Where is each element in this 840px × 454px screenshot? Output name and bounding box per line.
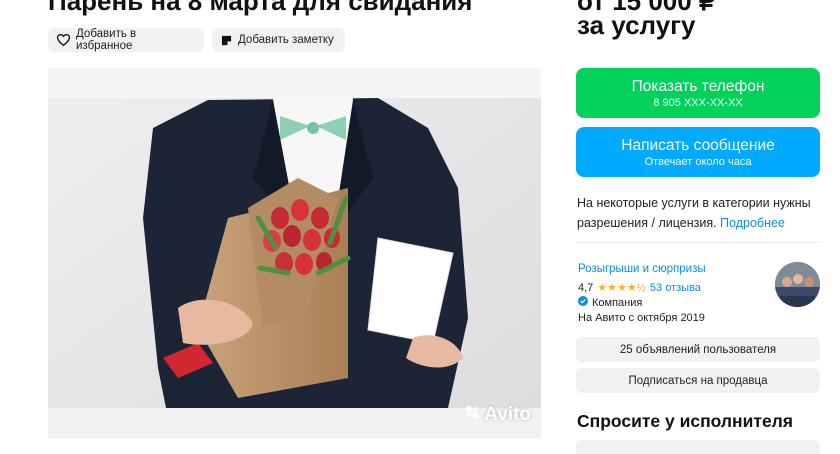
seller-rating: 4,7 ★★★★½ 53 отзыва — [578, 281, 701, 295]
seller-since: На Авито с октября 2019 — [578, 312, 705, 324]
seller-name-link[interactable]: Розыгрыши и сюрпризы — [578, 263, 706, 275]
price-unit: за услугу — [577, 10, 696, 40]
response-time: Отвечает около часа — [644, 155, 752, 168]
phone-number-masked: 8 905 XXX-XX-XX — [653, 96, 743, 109]
reviews-link[interactable]: 53 отзыва — [650, 282, 701, 294]
seller-ads-button[interactable]: 25 объявлений пользователя — [576, 337, 820, 362]
divider — [576, 242, 820, 243]
ask-seller-heading: Спросите у исполнителя — [577, 411, 793, 431]
avito-watermark: Avito — [464, 404, 531, 426]
license-more-link[interactable]: Подробнее — [720, 216, 785, 230]
write-message-label: Написать сообщение — [621, 136, 775, 154]
photo-man-with-tulips — [48, 68, 541, 438]
show-phone-label: Показать телефон — [631, 77, 765, 95]
show-phone-button[interactable]: Показать телефон 8 905 XXX-XX-XX — [576, 68, 820, 118]
ask-question-box[interactable] — [576, 440, 820, 454]
verified-check-icon — [578, 296, 588, 309]
note-label: Добавить заметку — [238, 34, 334, 46]
listing-photo[interactable]: Avito — [48, 68, 541, 438]
note-icon — [221, 35, 232, 46]
favorite-label: Добавить в избранное — [76, 28, 137, 52]
seller-avatar[interactable] — [775, 262, 820, 307]
rating-value: 4,7 — [578, 281, 594, 294]
subscribe-seller-button[interactable]: Подписаться на продавца — [576, 368, 820, 393]
heart-icon — [57, 34, 70, 46]
add-to-favorites-button[interactable]: Добавить в избранное — [48, 28, 204, 52]
watermark-text: Avito — [484, 404, 531, 425]
write-message-button[interactable]: Написать сообщение Отвечает около часа — [576, 127, 820, 177]
avito-logo-icon — [464, 404, 480, 426]
add-note-button[interactable]: Добавить заметку — [212, 28, 345, 52]
rating-stars-icon: ★★★★½ — [597, 282, 646, 294]
seller-type-label: Компания — [592, 296, 643, 309]
listing-title: Парень на 8 марта для свидания — [48, 0, 473, 16]
license-notice: На некоторые услуги в категории нужны ра… — [577, 193, 827, 233]
seller-type: Компания — [578, 296, 642, 309]
